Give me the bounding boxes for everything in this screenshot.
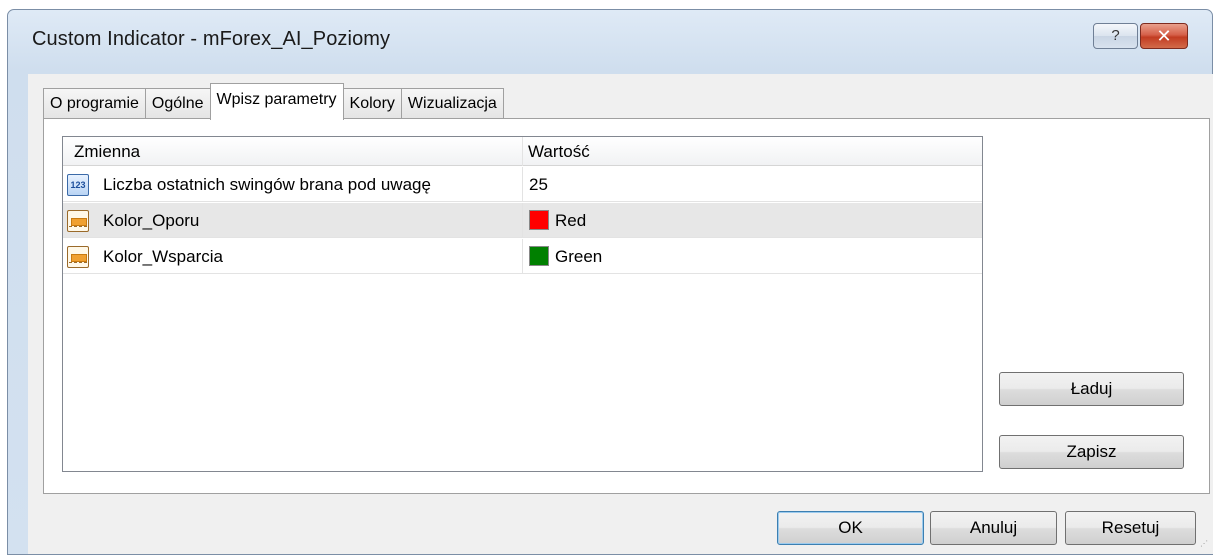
tab-ogolne[interactable]: Ogólne: [144, 88, 211, 119]
variable-name: Kolor_Wsparcia: [103, 247, 223, 266]
variable-value: 25: [529, 175, 548, 194]
value-cell[interactable]: Green: [523, 239, 982, 274]
reset-button[interactable]: Resetuj: [1065, 511, 1196, 545]
close-button[interactable]: ✕: [1140, 23, 1188, 49]
number-icon: 123: [67, 174, 89, 196]
tab-kolory[interactable]: Kolory: [342, 88, 402, 119]
color-swatch: [529, 210, 549, 231]
value-cell[interactable]: 25: [523, 167, 982, 202]
variable-value: Red: [555, 211, 587, 230]
help-button[interactable]: ?: [1093, 23, 1138, 49]
dialog-client-area: O programie Ogólne Wpisz parametry Kolor…: [28, 74, 1213, 554]
title-bar[interactable]: Custom Indicator - mForex_AI_Poziomy ? ✕: [8, 10, 1212, 70]
color-swatch: [529, 246, 549, 267]
load-button[interactable]: Ładuj: [999, 372, 1184, 406]
variable-cell[interactable]: 123 Liczba ostatnich swingów brana pod u…: [63, 167, 523, 202]
table-row[interactable]: Kolor_Oporu Red: [63, 203, 982, 238]
tab-wizualizacja[interactable]: Wizualizacja: [400, 88, 504, 119]
variable-value: Green: [555, 247, 603, 266]
resize-grip-icon[interactable]: ⋰: [1200, 540, 1210, 550]
table-row[interactable]: Kolor_Wsparcia Green: [63, 239, 982, 274]
table-row[interactable]: 123 Liczba ostatnich swingów brana pod u…: [63, 167, 982, 202]
dialog-window: Custom Indicator - mForex_AI_Poziomy ? ✕…: [7, 9, 1213, 555]
variable-cell[interactable]: Kolor_Wsparcia: [63, 239, 523, 274]
color-param-icon: [67, 246, 89, 268]
tab-strip: O programie Ogólne Wpisz parametry Kolor…: [43, 83, 504, 120]
tab-o-programie[interactable]: O programie: [43, 88, 146, 119]
value-cell[interactable]: Red: [523, 203, 982, 238]
variable-name: Kolor_Oporu: [103, 211, 200, 230]
column-header-value[interactable]: Wartość: [523, 137, 982, 166]
save-button[interactable]: Zapisz: [999, 435, 1184, 469]
window-title: Custom Indicator - mForex_AI_Poziomy: [32, 28, 391, 50]
ok-button[interactable]: OK: [777, 511, 924, 545]
parameters-table: Zmienna Wartość 123 Liczba ostatnich swi…: [62, 136, 983, 472]
tab-wpisz-parametry[interactable]: Wpisz parametry: [209, 83, 344, 120]
column-header-variable[interactable]: Zmienna: [63, 137, 523, 166]
cancel-button[interactable]: Anuluj: [930, 511, 1057, 545]
color-param-icon: [67, 210, 89, 232]
variable-name: Liczba ostatnich swingów brana pod uwagę: [103, 175, 431, 194]
parameters-panel: Zmienna Wartość 123 Liczba ostatnich swi…: [43, 118, 1210, 494]
table-header: Zmienna Wartość: [63, 137, 982, 166]
variable-cell[interactable]: Kolor_Oporu: [63, 203, 523, 238]
